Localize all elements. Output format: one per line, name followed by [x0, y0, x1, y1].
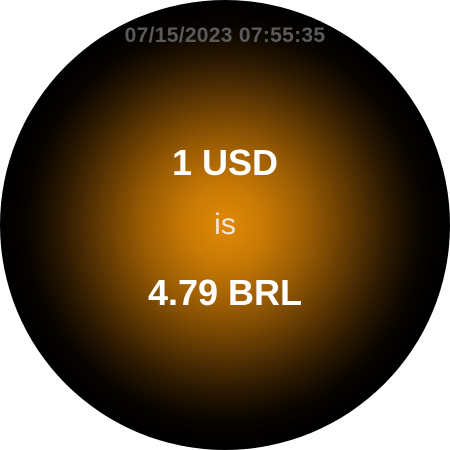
source-amount: 1 USD — [171, 142, 279, 183]
converted-amount: 4.79 BRL — [147, 272, 303, 313]
timestamp: 07/15/2023 07:55:35 — [124, 24, 326, 47]
connector-text: is — [214, 208, 236, 241]
watch-face: 07/15/2023 07:55:35 1 USD is 4.79 BRL — [0, 0, 450, 450]
